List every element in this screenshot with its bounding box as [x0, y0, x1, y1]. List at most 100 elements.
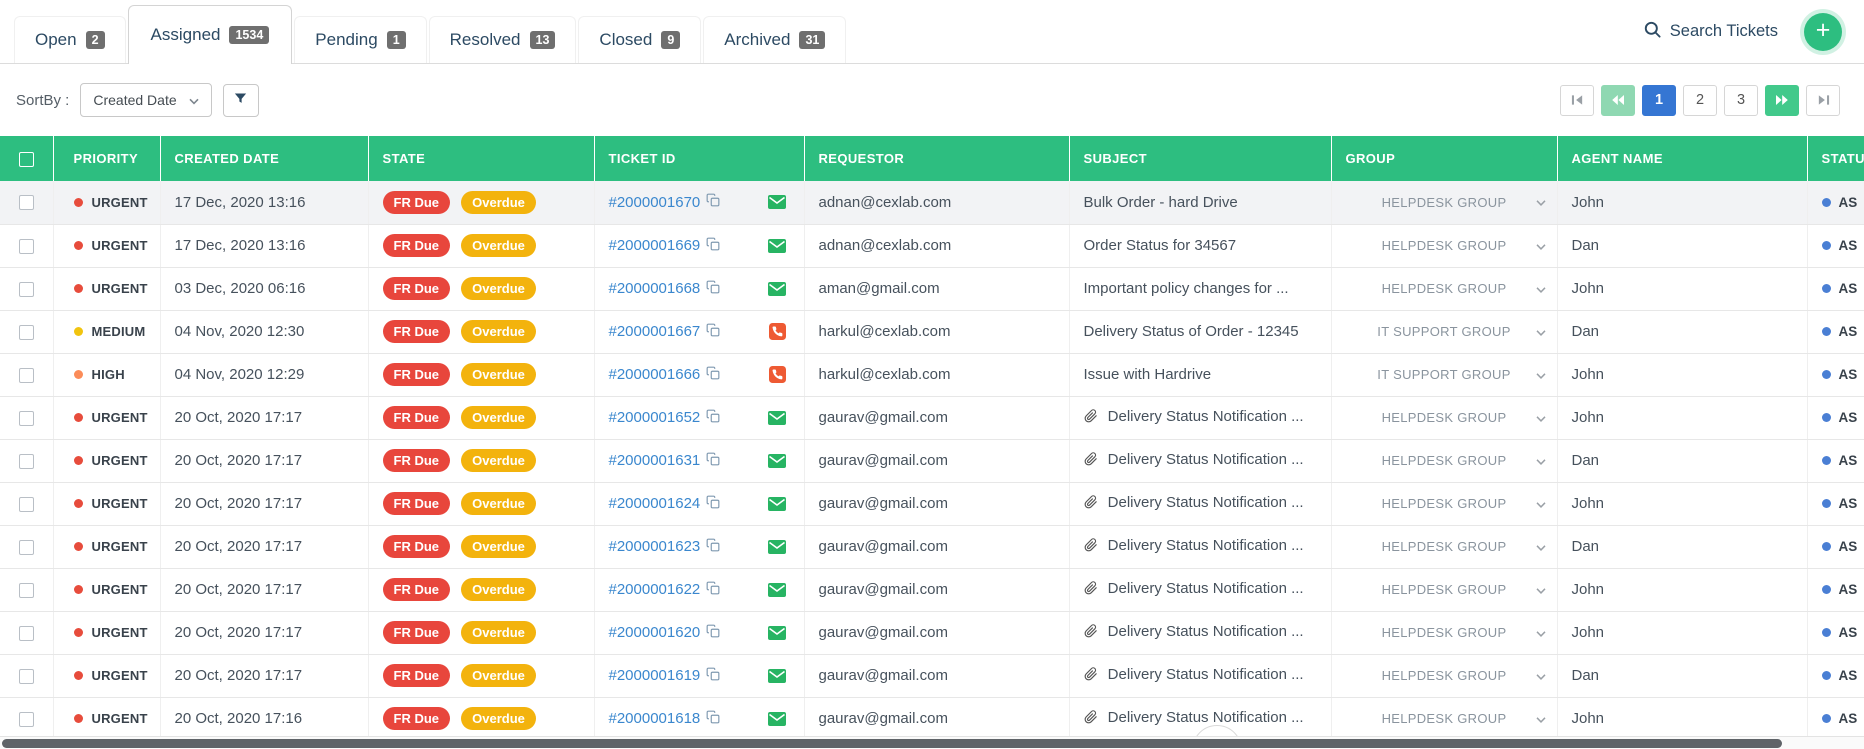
ticket-id-link[interactable]: #2000001618	[609, 710, 701, 727]
row-checkbox[interactable]	[19, 195, 34, 211]
group-cell[interactable]: HELPDESK GROUP	[1330, 611, 1557, 655]
ticket-row[interactable]: URGENT 20 Oct, 2020 17:17 FR Due Overdue…	[0, 482, 1864, 526]
tab-archived[interactable]: Archived 31	[703, 16, 847, 63]
row-checkbox[interactable]	[19, 668, 34, 684]
ticket-row[interactable]: URGENT 03 Dec, 2020 06:16 FR Due Overdue…	[0, 267, 1864, 311]
tab-closed[interactable]: Closed 9	[578, 16, 702, 63]
row-checkbox[interactable]	[19, 281, 34, 297]
ticket-row[interactable]: URGENT 20 Oct, 2020 17:17 FR Due Overdue…	[0, 568, 1864, 612]
tab-assigned[interactable]: Assigned 1534	[127, 5, 293, 64]
ticket-id-link[interactable]: #2000001667	[609, 323, 701, 340]
fr-due-badge: FR Due	[382, 406, 450, 429]
group-cell[interactable]: IT SUPPORT GROUP	[1330, 353, 1557, 397]
row-checkbox[interactable]	[19, 625, 34, 641]
group-cell[interactable]: HELPDESK GROUP	[1330, 482, 1557, 526]
state-cell: FR Due Overdue	[367, 697, 594, 741]
previous-page-button[interactable]	[1601, 84, 1635, 116]
mail-icon	[767, 539, 786, 554]
group-cell[interactable]: HELPDESK GROUP	[1330, 439, 1557, 483]
ticket-row[interactable]: URGENT 17 Dec, 2020 13:16 FR Due Overdue…	[0, 181, 1864, 225]
search-tickets-button[interactable]: Search Tickets	[1643, 20, 1778, 44]
status-cell: AS	[1806, 439, 1864, 483]
ticket-id-link[interactable]: #2000001668	[609, 280, 701, 297]
row-checkbox[interactable]	[19, 410, 34, 426]
ticket-id-cell: #2000001666	[593, 353, 804, 397]
ticket-id-cell: #2000001631	[593, 439, 804, 483]
tab-resolved[interactable]: Resolved 13	[428, 16, 577, 63]
ticket-row[interactable]: URGENT 20 Oct, 2020 17:17 FR Due Overdue…	[0, 396, 1864, 440]
group-cell[interactable]: HELPDESK GROUP	[1330, 267, 1557, 311]
row-checkbox[interactable]	[19, 496, 34, 512]
group-cell[interactable]: IT SUPPORT GROUP	[1330, 310, 1557, 354]
ticket-row[interactable]: URGENT 20 Oct, 2020 17:17 FR Due Overdue…	[0, 654, 1864, 698]
ticket-row[interactable]: URGENT 20 Oct, 2020 17:17 FR Due Overdue…	[0, 611, 1864, 655]
group-cell[interactable]: HELPDESK GROUP	[1330, 181, 1557, 225]
group-cell[interactable]: HELPDESK GROUP	[1330, 396, 1557, 440]
ticket-row[interactable]: URGENT 20 Oct, 2020 17:17 FR Due Overdue…	[0, 525, 1864, 569]
first-page-button[interactable]	[1560, 84, 1594, 116]
subject-cell: Bulk Order - hard Drive	[1068, 181, 1331, 225]
row-checkbox[interactable]	[19, 582, 34, 598]
sort-select[interactable]: Created Date	[80, 83, 212, 117]
copy-icon[interactable]	[706, 624, 720, 642]
select-all-checkbox[interactable]	[19, 151, 34, 167]
copy-icon[interactable]	[706, 280, 720, 298]
tab-open[interactable]: Open 2	[14, 16, 126, 63]
row-checkbox[interactable]	[19, 711, 34, 727]
copy-icon[interactable]	[706, 323, 720, 341]
ticket-id-link[interactable]: #2000001622	[609, 581, 701, 598]
page-button-1[interactable]: 1	[1642, 84, 1676, 116]
ticket-row[interactable]: URGENT 20 Oct, 2020 17:16 FR Due Overdue…	[0, 697, 1864, 741]
page-button-3[interactable]: 3	[1724, 84, 1758, 116]
group-cell[interactable]: HELPDESK GROUP	[1330, 525, 1557, 569]
ticket-id-link[interactable]: #2000001666	[609, 366, 701, 383]
next-page-button[interactable]	[1765, 84, 1799, 116]
row-checkbox[interactable]	[19, 539, 34, 555]
copy-icon[interactable]	[706, 495, 720, 513]
row-checkbox[interactable]	[19, 238, 34, 254]
copy-icon[interactable]	[706, 538, 720, 556]
ticket-row[interactable]: URGENT 17 Dec, 2020 13:16 FR Due Overdue…	[0, 224, 1864, 268]
subject-cell: Important policy changes for ...	[1068, 267, 1331, 311]
ticket-id-link[interactable]: #2000001620	[609, 624, 701, 641]
copy-icon[interactable]	[706, 710, 720, 728]
copy-icon[interactable]	[706, 409, 720, 427]
row-checkbox[interactable]	[19, 367, 34, 383]
group-cell[interactable]: HELPDESK GROUP	[1330, 224, 1557, 268]
select-cell	[0, 611, 53, 655]
horizontal-scrollbar-thumb[interactable]	[2, 739, 1782, 748]
row-checkbox[interactable]	[19, 324, 34, 340]
ticket-id-link[interactable]: #2000001624	[609, 495, 701, 512]
page-button-2[interactable]: 2	[1683, 84, 1717, 116]
row-checkbox[interactable]	[19, 453, 34, 469]
ticket-id-link[interactable]: #2000001670	[609, 194, 701, 211]
ticket-id-link[interactable]: #2000001652	[609, 409, 701, 426]
filter-button[interactable]	[222, 83, 259, 117]
copy-icon[interactable]	[706, 237, 720, 255]
group-cell[interactable]: HELPDESK GROUP	[1330, 654, 1557, 698]
last-page-button[interactable]	[1806, 84, 1840, 116]
copy-icon[interactable]	[706, 667, 720, 685]
ticket-id-link[interactable]: #2000001623	[609, 538, 701, 555]
agent-name-cell: John	[1556, 568, 1807, 612]
group-cell[interactable]: HELPDESK GROUP	[1330, 568, 1557, 612]
copy-icon[interactable]	[706, 452, 720, 470]
column-header-created-date: CREATED DATE	[159, 136, 368, 181]
ticket-row[interactable]: MEDIUM 04 Nov, 2020 12:30 FR Due Overdue…	[0, 310, 1864, 354]
ticket-id-link[interactable]: #2000001631	[609, 452, 701, 469]
ticket-id-link[interactable]: #2000001669	[609, 237, 701, 254]
ticket-row[interactable]: HIGH 04 Nov, 2020 12:29 FR Due Overdue #…	[0, 353, 1864, 397]
add-ticket-button[interactable]: +	[1804, 12, 1842, 51]
state-cell: FR Due Overdue	[367, 525, 594, 569]
select-cell	[0, 439, 53, 483]
created-date-cell: 20 Oct, 2020 17:17	[159, 611, 368, 655]
copy-icon[interactable]	[706, 581, 720, 599]
tab-pending[interactable]: Pending 1	[294, 16, 427, 63]
copy-icon[interactable]	[706, 193, 720, 211]
ticket-id-link[interactable]: #2000001619	[609, 667, 701, 684]
group-cell[interactable]: HELPDESK GROUP	[1330, 697, 1557, 741]
ticket-row[interactable]: URGENT 20 Oct, 2020 17:17 FR Due Overdue…	[0, 439, 1864, 483]
requestor-cell: harkul@cexlab.com	[803, 310, 1069, 354]
chevron-down-icon	[1535, 453, 1546, 468]
copy-icon[interactable]	[706, 366, 720, 384]
